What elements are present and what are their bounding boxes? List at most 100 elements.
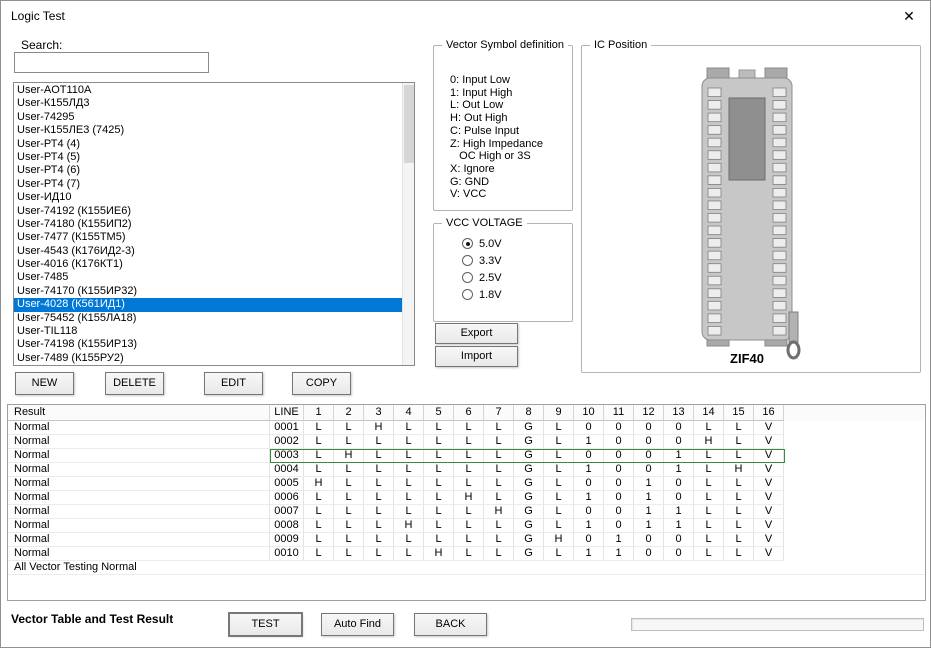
grid-footer-row: All Vector Testing Normal xyxy=(8,561,925,575)
list-item[interactable]: User-7485 xyxy=(14,271,402,284)
pin-slot xyxy=(708,101,721,110)
pin-slot xyxy=(708,301,721,310)
pin-cell: 0 xyxy=(634,421,664,435)
grid-header-cell: 16 xyxy=(754,405,784,421)
grid-row[interactable]: Normal0003LHLLLLLGL0001LLV xyxy=(8,449,925,463)
scrollbar-thumb[interactable] xyxy=(404,85,414,163)
new-button[interactable]: NEW xyxy=(15,372,74,395)
list-item[interactable]: User-TIL118 xyxy=(14,325,402,338)
grid-row[interactable]: Normal0010LLLLHLLGL1100LLV xyxy=(8,547,925,561)
test-button[interactable]: TEST xyxy=(229,613,302,636)
list-item[interactable]: User-РТ4 (5) xyxy=(14,151,402,164)
list-scrollbar[interactable] xyxy=(402,83,414,365)
list-item[interactable]: User-74295 xyxy=(14,111,402,124)
list-item[interactable]: User-74198 (К155ИР13) xyxy=(14,338,402,351)
filler-cell xyxy=(784,491,925,505)
pin-cell: V xyxy=(754,421,784,435)
pin-cell: L xyxy=(304,505,334,519)
pin-cell: L xyxy=(724,519,754,533)
grid-header-cell: 13 xyxy=(664,405,694,421)
logic-test-window: Logic Test ✕ Search: User-AOT110AUser-К1… xyxy=(0,0,931,648)
pin-cell: H xyxy=(304,477,334,491)
pin-cell: 0 xyxy=(664,421,694,435)
pin-cell: L xyxy=(334,421,364,435)
pin-cell: 0 xyxy=(604,491,634,505)
pin-cell: L xyxy=(304,519,334,533)
grid-header-cell: 12 xyxy=(634,405,664,421)
list-item[interactable]: User-К155ЛД3 xyxy=(14,97,402,110)
filler-cell xyxy=(784,519,925,533)
title-bar[interactable]: Logic Test ✕ xyxy=(1,1,930,31)
copy-button[interactable]: COPY xyxy=(292,372,351,395)
pin-cell: 0 xyxy=(604,477,634,491)
edit-button[interactable]: EDIT xyxy=(204,372,263,395)
list-item[interactable]: User-РТ4 (4) xyxy=(14,138,402,151)
line-cell: 0004 xyxy=(270,463,304,477)
list-item[interactable]: User-ИД10 xyxy=(14,191,402,204)
pin-cell: H xyxy=(334,449,364,463)
line-cell: 0005 xyxy=(270,477,304,491)
vcc-radio-1.8V[interactable]: 1.8V xyxy=(462,289,502,306)
back-button[interactable]: BACK xyxy=(414,613,487,636)
list-item[interactable]: User-4016 (К176КТ1) xyxy=(14,258,402,271)
auto-find-button[interactable]: Auto Find xyxy=(321,613,394,636)
grid-row[interactable]: Normal0007LLLLLLHGL0011LLV xyxy=(8,505,925,519)
pin-cell: L xyxy=(304,533,334,547)
pin-cell: 0 xyxy=(634,533,664,547)
line-cell: 0010 xyxy=(270,547,304,561)
list-item[interactable]: User-4028 (К561ИД1) xyxy=(14,298,402,311)
list-item[interactable]: User-РТ4 (7) xyxy=(14,178,402,191)
pin-cell: V xyxy=(754,463,784,477)
device-list[interactable]: User-AOT110AUser-К155ЛД3User-74295User-К… xyxy=(13,82,415,366)
close-icon[interactable]: ✕ xyxy=(896,5,922,27)
window-title: Logic Test xyxy=(11,9,65,23)
pin-cell: L xyxy=(394,505,424,519)
pin-cell: L xyxy=(484,533,514,547)
list-item[interactable]: User-К155ЛЕ3 (7425) xyxy=(14,124,402,137)
pin-slot xyxy=(773,188,786,197)
list-item[interactable]: User-4543 (К176ИД2-3) xyxy=(14,245,402,258)
vcc-radio-5.0V[interactable]: 5.0V xyxy=(462,238,502,255)
list-item[interactable]: User-74192 (К155ИЕ6) xyxy=(14,205,402,218)
list-item[interactable]: User-74180 (К155ИП2) xyxy=(14,218,402,231)
result-cell: Normal xyxy=(8,477,270,491)
pin-slot xyxy=(773,239,786,248)
list-item[interactable]: User-РТ4 (6) xyxy=(14,164,402,177)
import-button[interactable]: Import xyxy=(435,346,518,367)
status-label: Vector Table and Test Result xyxy=(11,612,173,626)
list-item[interactable]: User-AOT110A xyxy=(14,84,402,97)
search-input[interactable] xyxy=(14,52,209,73)
grid-header-filler xyxy=(784,405,925,421)
pin-slot xyxy=(773,251,786,260)
pin-cell: L xyxy=(724,421,754,435)
grid-row[interactable]: Normal0009LLLLLLLGH0100LLV xyxy=(8,533,925,547)
grid-row[interactable]: Normal0006LLLLLHLGL1010LLV xyxy=(8,491,925,505)
radio-icon xyxy=(462,238,473,249)
vcc-radio-3.3V[interactable]: 3.3V xyxy=(462,255,502,272)
pin-cell: L xyxy=(364,505,394,519)
grid-row[interactable]: Normal0002LLLLLLLGL1000HLV xyxy=(8,435,925,449)
grid-row[interactable]: Normal0008LLLHLLLGL1011LLV xyxy=(8,519,925,533)
vcc-radio-2.5V[interactable]: 2.5V xyxy=(462,272,502,289)
result-cell: Normal xyxy=(8,547,270,561)
list-item[interactable]: User-74170 (К155ИР32) xyxy=(14,285,402,298)
vcc-voltage-options: 5.0V3.3V2.5V1.8V xyxy=(462,238,502,306)
list-item[interactable]: User-7489 (К155РУ2) xyxy=(14,352,402,365)
list-item[interactable]: User-7477 (К155ТМ5) xyxy=(14,231,402,244)
pin-slot xyxy=(708,326,721,335)
list-item[interactable]: User-75452 (К155ЛА18) xyxy=(14,312,402,325)
delete-button[interactable]: DELETE xyxy=(105,372,164,395)
pin-cell: H xyxy=(424,547,454,561)
vector-symbol-list: 0: Input Low1: Input HighL: Out LowH: Ou… xyxy=(450,74,543,201)
pin-slot xyxy=(708,289,721,298)
pin-cell: L xyxy=(304,421,334,435)
pin-cell: 1 xyxy=(634,505,664,519)
grid-header-cell: 3 xyxy=(364,405,394,421)
pin-cell: L xyxy=(424,449,454,463)
export-button[interactable]: Export xyxy=(435,323,518,344)
grid-row[interactable]: Normal0005HLLLLLLGL0010LLV xyxy=(8,477,925,491)
lever-rod xyxy=(789,312,798,342)
grid-row[interactable]: Normal0001LLHLLLLGL0000LLV xyxy=(8,421,925,435)
grid-row[interactable]: Normal0004LLLLLLLGL1001LHV xyxy=(8,463,925,477)
pin-slot xyxy=(773,151,786,160)
